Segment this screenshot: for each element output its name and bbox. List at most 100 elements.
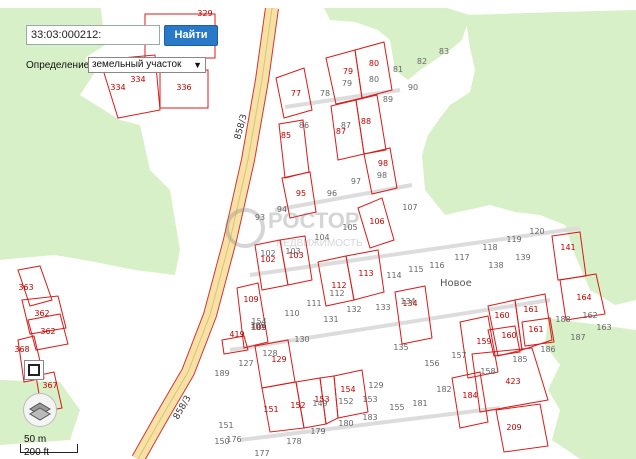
parcel-number-label: 86 [299, 121, 309, 130]
parcel-number-label: 118 [482, 243, 497, 252]
parcel-number-label: 94 [277, 205, 287, 214]
definition-selected-value: земельный участок [92, 59, 182, 70]
parcel-number-label: 78 [320, 89, 330, 98]
parcel-number-label: 134 [400, 297, 415, 306]
parcel-number-label: 79 [342, 79, 352, 88]
parcel-number-label: 150 [214, 437, 229, 446]
parcel-number-label: 96 [327, 189, 337, 198]
parcel-number-label: 362 [40, 327, 55, 336]
parcel-number-label: 187 [570, 333, 585, 342]
parcel-number-label: 159 [476, 337, 491, 346]
parcel-number-label: 107 [402, 203, 417, 212]
parcel-number-label: 88 [361, 117, 371, 126]
parcel-number-label: 102 [260, 249, 275, 258]
parcel-number-label: 209 [506, 423, 521, 432]
parcel-number-label: 179 [310, 427, 325, 436]
parcel-number-label: 133 [375, 303, 390, 312]
parcel-number-label: 109 [243, 295, 258, 304]
parcel-number-label: 185 [512, 355, 527, 364]
parcel-number-label: 87 [341, 121, 351, 130]
parcel-number-label: 82 [417, 57, 427, 66]
parcel-number-label: 154 [251, 317, 266, 326]
parcel-number-label: 114 [386, 271, 401, 280]
parcel-number-label: 189 [214, 369, 229, 378]
parcel-number-label: 152 [338, 397, 353, 406]
parcel-number-label: 177 [254, 449, 269, 458]
forest-area-bottom-right [545, 318, 636, 459]
definition-label: Определение: [26, 60, 93, 71]
parcel-number-label: 158 [480, 367, 495, 376]
parcel-number-label: 103 [285, 247, 300, 256]
parcel-number-label: 149 [312, 399, 327, 408]
parcel-number-label: 139 [515, 253, 530, 262]
parcel-number-label: 368 [14, 345, 29, 354]
parcel-number-label: 85 [281, 131, 291, 140]
cadastral-search-input[interactable]: 33:03:000212: [26, 25, 160, 45]
parcel-number-label: 80 [369, 75, 379, 84]
parcel-number-label: 98 [377, 171, 387, 180]
parcel-number-label: 132 [346, 305, 361, 314]
parcel-number-label: 111 [306, 299, 321, 308]
parcel-number-label: 141 [560, 243, 575, 252]
fullscreen-button[interactable] [24, 360, 44, 380]
parcel-number-label: 106 [369, 217, 384, 226]
parcel-number-label: 110 [284, 309, 299, 318]
parcel-number-label: 117 [454, 253, 469, 262]
parcel-number-label: 180 [338, 419, 353, 428]
layers-button[interactable] [23, 393, 57, 427]
parcel-number-label: 181 [412, 399, 427, 408]
parcel-number-label: 116 [429, 261, 444, 270]
chevron-down-icon: ▼ [193, 60, 202, 70]
scale-bar: 50 m 200 ft [20, 434, 80, 458]
parcel-number-label: 160 [494, 311, 509, 320]
parcel-number-label: 128 [262, 349, 277, 358]
parcel-number-label: 155 [389, 403, 404, 412]
parcel-number-label: 97 [351, 177, 361, 186]
parcel-number-label: 77 [291, 89, 301, 98]
parcel-number-label: 362 [34, 309, 49, 318]
parcel-number-label: 363 [18, 283, 33, 292]
parcel-number-label: 153 [362, 395, 377, 404]
parcel-number-label: 83 [439, 47, 449, 56]
parcel-number-label: 160 [501, 331, 516, 340]
parcel-number-label: 79 [343, 67, 353, 76]
parcel-number-label: 112 [329, 289, 344, 298]
parcel-number-label: 98 [378, 159, 388, 168]
parcel-number-label: 129 [368, 381, 383, 390]
parcel-number-label: 329 [197, 9, 212, 18]
top-strip [0, 0, 636, 8]
parcel-number-label: 423 [505, 377, 520, 386]
parcel-number-label: 135 [393, 343, 408, 352]
parcel-number-label: 334 [130, 75, 145, 84]
parcel-number-label: 334 [110, 83, 125, 92]
parcel-number-label: 184 [462, 391, 477, 400]
parcel-number-label: 163 [596, 323, 611, 332]
parcel-number-label: 80 [369, 59, 379, 68]
parcel-number-label: 154 [340, 385, 355, 394]
parcel-number-label: 156 [424, 359, 439, 368]
search-button[interactable]: Найти [164, 25, 218, 46]
parcel-number-label: 120 [529, 227, 544, 236]
parcel-number-label: 127 [238, 359, 253, 368]
scale-imperial-label: 200 ft [24, 447, 50, 458]
fullscreen-icon [28, 364, 40, 376]
parcel-number-label: 336 [176, 83, 191, 92]
parcel-number-label: 178 [286, 437, 301, 446]
definition-select[interactable]: земельный участок ▼ [88, 57, 206, 73]
parcel-number-label: 138 [488, 261, 503, 270]
parcel-number-label: 183 [362, 413, 377, 422]
parcel-number-label: 182 [436, 385, 451, 394]
parcel-number-label: 104 [314, 233, 329, 242]
parcel-number-label: 113 [358, 269, 373, 278]
parcel-number-label: 130 [294, 335, 309, 344]
parcel-number-label: 151 [263, 405, 278, 414]
parcel-number-label: 188 [555, 315, 570, 324]
parcel-number-label: 367 [42, 381, 57, 390]
parcel-number-label: 162 [582, 311, 597, 320]
parcel-number-label: 90 [408, 83, 418, 92]
parcel-number-label: 89 [383, 95, 393, 104]
parcel-number-label: 161 [523, 305, 538, 314]
parcel-number-label: 95 [296, 189, 306, 198]
parcel-number-label: 419 [229, 330, 244, 339]
locality-label: Новое [440, 278, 472, 289]
